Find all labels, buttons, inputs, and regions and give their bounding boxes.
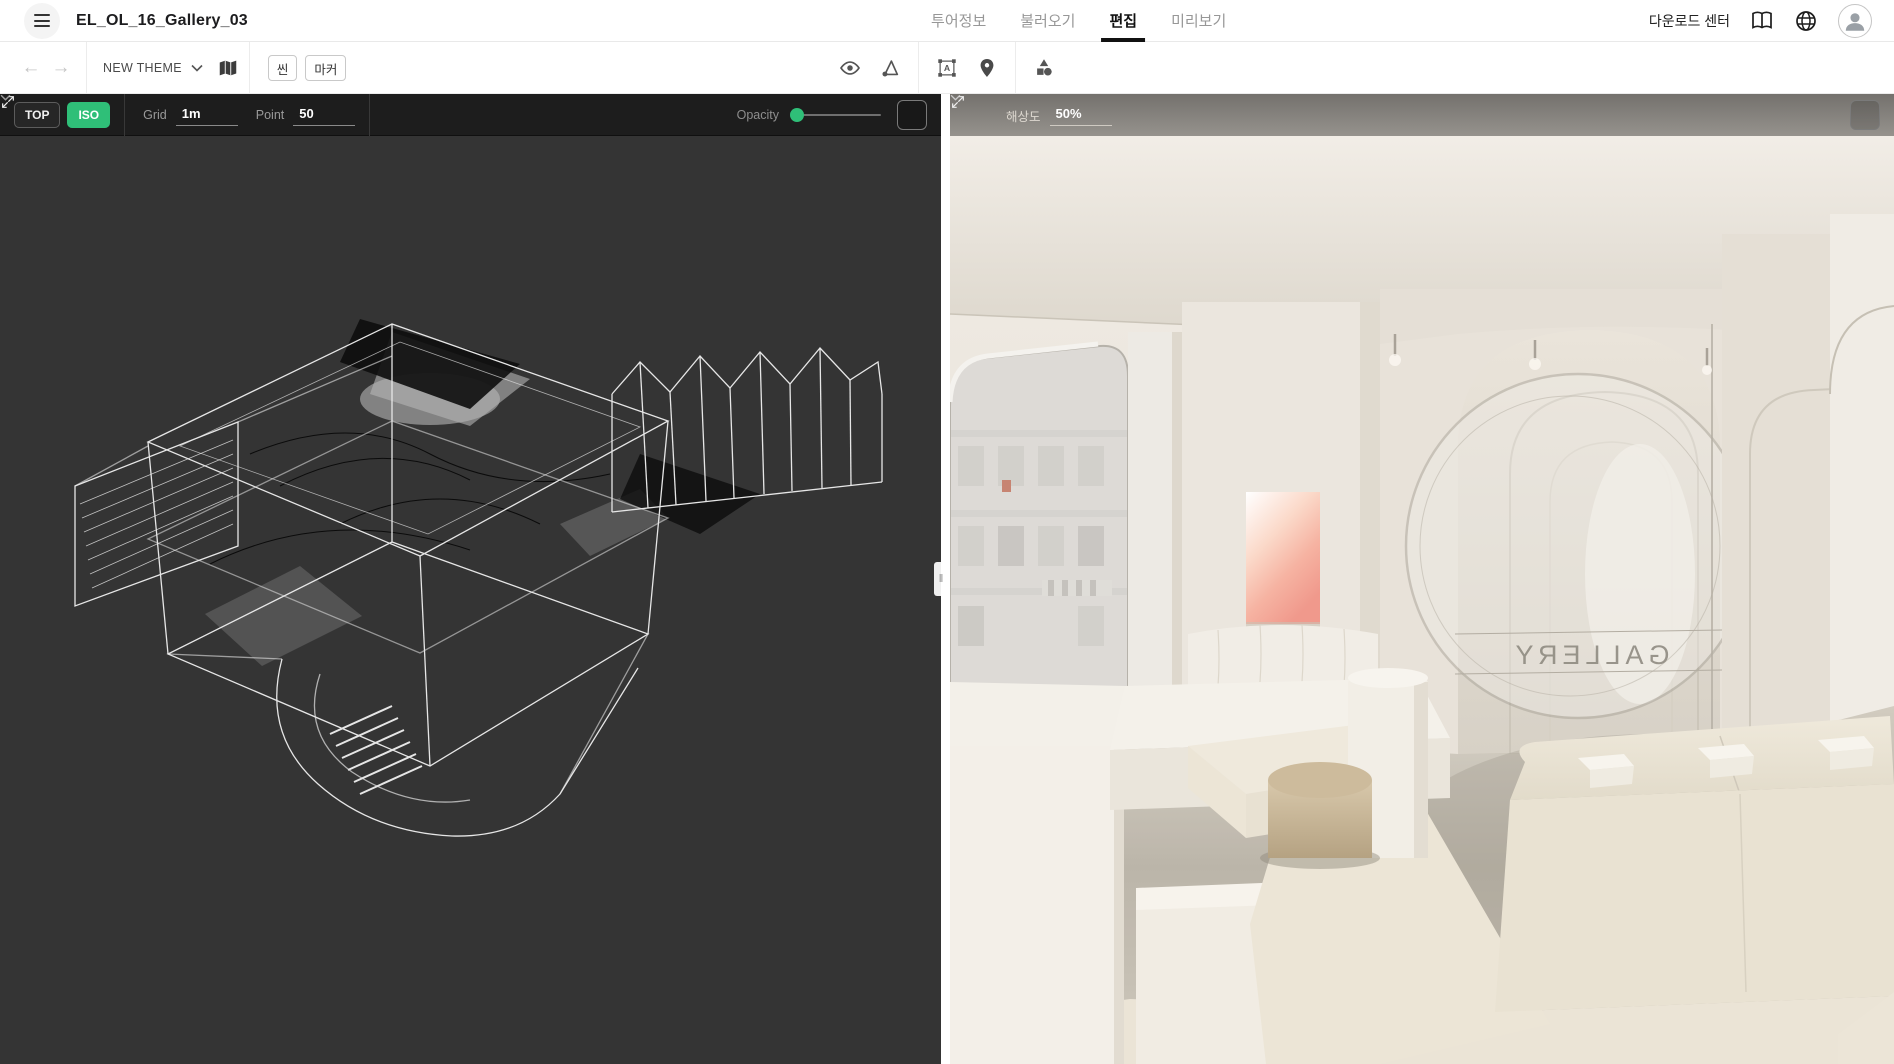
wireframe-canvas[interactable] [0, 94, 941, 1064]
marker-tool-button[interactable] [967, 42, 1007, 94]
tab-edit[interactable]: 편집 [1107, 0, 1139, 42]
chevron-down-icon [191, 64, 203, 72]
map-icon [217, 57, 239, 79]
view-iso-button[interactable]: ISO [67, 102, 110, 128]
account-avatar[interactable] [1838, 4, 1872, 38]
undo-back-button[interactable]: ← [16, 57, 46, 79]
editor-split-view: TOP ISO Grid 1m Point 50 [0, 94, 1894, 1064]
book-icon [1750, 9, 1774, 33]
scene-panel-button[interactable]: 씬 [268, 55, 298, 81]
label-tool-button[interactable]: A [927, 42, 967, 94]
render-canvas[interactable]: GALLERY [950, 94, 1894, 1064]
redo-forward-button[interactable]: → [46, 57, 76, 79]
fullscreen-icon [0, 94, 16, 110]
hamburger-icon [34, 14, 50, 16]
app-window: EL_OL_16_Gallery_03 투어정보 불러오기 편집 미리보기 다운… [0, 0, 1894, 1064]
wall-artwork [1246, 492, 1320, 624]
label-frame-icon: A [936, 57, 958, 79]
tab-load[interactable]: 불러오기 [1018, 0, 1077, 42]
app-header: EL_OL_16_Gallery_03 투어정보 불러오기 편집 미리보기 다운… [0, 0, 1894, 42]
wireframe-viewport-toolbar: TOP ISO Grid 1m Point 50 [0, 94, 941, 136]
svg-text:A: A [944, 63, 951, 73]
cone-icon [879, 57, 901, 79]
theme-dropdown-value: NEW THEME [103, 61, 182, 75]
divider [918, 42, 919, 94]
shapes-icon [1033, 57, 1055, 79]
theme-dropdown[interactable]: NEW THEME [97, 61, 209, 75]
opacity-slider[interactable] [797, 108, 881, 122]
grid-size-dropdown[interactable]: 1m [176, 104, 238, 126]
model-dense-lines [210, 433, 610, 564]
split-grip[interactable]: ‖ [934, 562, 948, 596]
object-shapes-tool-button[interactable] [1024, 42, 1064, 94]
download-center-link[interactable]: 다운로드 센터 [1649, 11, 1730, 31]
user-icon [1842, 8, 1868, 34]
fullscreen-icon [950, 94, 966, 110]
resolution-value: 50% [1056, 106, 1082, 121]
header-tabs: 투어정보 불러오기 편집 미리보기 [929, 0, 1228, 42]
opacity-label: Opacity [737, 108, 779, 122]
visibility-tool-button[interactable] [830, 42, 870, 94]
marker-pin-icon [976, 57, 998, 79]
eye-icon [839, 57, 861, 79]
opacity-slider-track[interactable] [797, 114, 881, 117]
render-fullscreen-button[interactable] [1850, 100, 1880, 130]
point-size-dropdown[interactable]: 50 [293, 104, 355, 126]
wireframe-viewport[interactable]: TOP ISO Grid 1m Point 50 [0, 94, 941, 1064]
divider [86, 42, 87, 94]
view-cone-tool-button[interactable] [870, 42, 910, 94]
project-title: EL_OL_16_Gallery_03 [76, 12, 248, 30]
gallery-render: GALLERY [950, 94, 1894, 1064]
split-resize-handle[interactable]: ‖ [941, 94, 950, 1064]
hamburger-menu-button[interactable] [24, 3, 60, 39]
tab-tour-info[interactable]: 투어정보 [929, 0, 988, 42]
render-viewport[interactable]: GALLERY [950, 94, 1894, 1064]
wireframe-fullscreen-button[interactable] [897, 100, 927, 130]
guide-book-button[interactable] [1750, 9, 1774, 33]
divider [1015, 42, 1016, 94]
view-top-button[interactable]: TOP [14, 102, 60, 128]
minimap-button[interactable] [217, 57, 239, 79]
gallery-sign-text: GALLERY [1510, 640, 1669, 670]
grid-label: Grid [143, 108, 167, 122]
divider [369, 94, 370, 136]
tab-preview[interactable]: 미리보기 [1169, 0, 1228, 42]
marker-panel-button[interactable]: 마커 [305, 55, 346, 81]
grid-size-value: 1m [182, 106, 201, 121]
divider [124, 94, 125, 136]
edit-toolbar: ← → NEW THEME 씬 마커 [0, 42, 1894, 94]
globe-icon [1794, 9, 1818, 33]
point-label: Point [256, 108, 285, 122]
point-size-value: 50 [299, 106, 313, 121]
resolution-label: 해상도 [1006, 106, 1041, 125]
divider [249, 42, 250, 94]
render-viewport-toolbar: 해상도 50% [950, 94, 1894, 136]
language-button[interactable] [1794, 9, 1818, 33]
resolution-dropdown[interactable]: 50% [1050, 104, 1112, 126]
opacity-slider-thumb[interactable] [790, 108, 804, 122]
